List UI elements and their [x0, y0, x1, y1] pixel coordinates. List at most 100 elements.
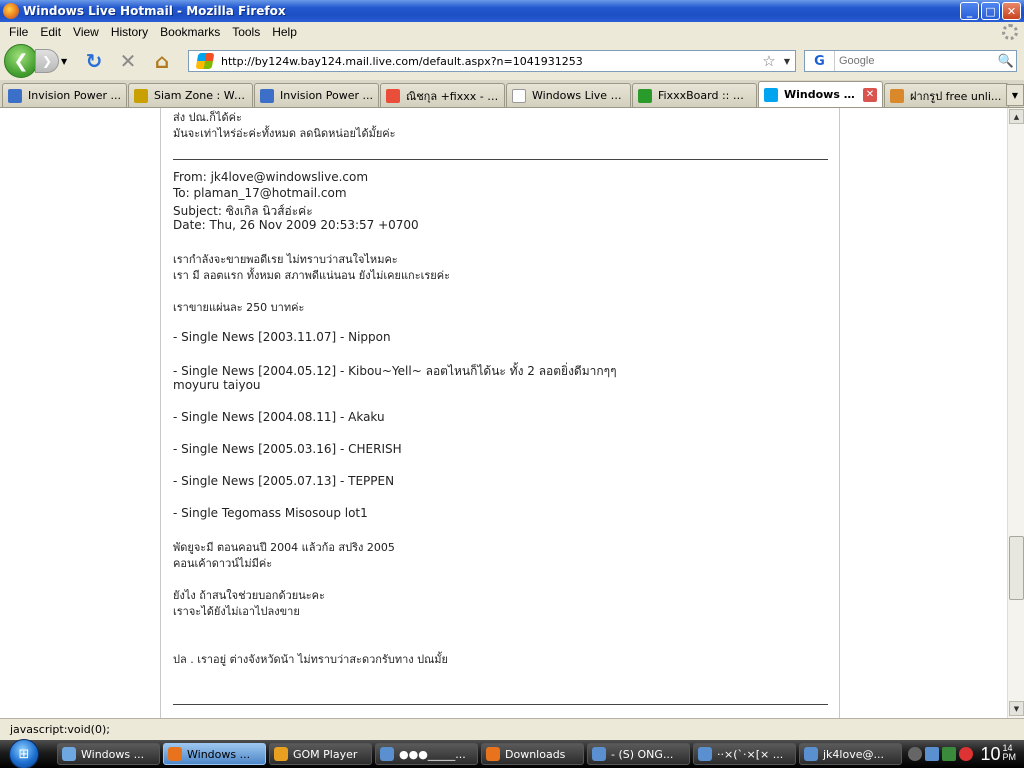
tab-label: FixxxBoard :: Ha...: [658, 89, 751, 102]
item-line: - Single Tegomass Misosoup lot1: [173, 506, 368, 520]
stop-icon[interactable]: ✕: [115, 48, 141, 74]
tab-close-icon[interactable]: ✕: [863, 87, 877, 102]
menu-tools[interactable]: Tools: [226, 25, 266, 39]
tab-favicon-icon: [134, 88, 148, 103]
taskbar-item-downloads[interactable]: Downloads: [481, 743, 584, 765]
forward-button[interactable]: ❯: [35, 49, 59, 73]
tab-windows-live-active[interactable]: Windows Li... ✕: [758, 81, 883, 107]
menu-bookmarks[interactable]: Bookmarks: [154, 25, 226, 39]
taskbar: ⊞ Windows ... Windows ... GOM Player ●●●…: [0, 739, 1024, 768]
taskbar-clock[interactable]: 10 14 PM: [980, 743, 1017, 765]
scroll-up-icon[interactable]: ▲: [1009, 109, 1024, 124]
menu-bar: File Edit View History Bookmarks Tools H…: [0, 22, 1024, 42]
body-line: เราจะได้ยังไม่เอาไปลงขาย: [173, 605, 300, 618]
window-controls: _ □ ✕: [960, 2, 1021, 20]
menu-history[interactable]: History: [105, 25, 154, 39]
tab-google-search[interactable]: ณิชกุล +fixxx - ค้...: [380, 83, 505, 107]
reload-icon[interactable]: ↻: [81, 48, 107, 74]
url-text[interactable]: http://by124w.bay124.mail.live.com/defau…: [221, 55, 759, 68]
tab-favicon-icon: [260, 88, 274, 103]
vertical-scrollbar[interactable]: ▲ ▼: [1007, 108, 1024, 718]
taskbar-item-messenger-4[interactable]: jk4love@...: [799, 743, 902, 765]
app-icon: [698, 747, 712, 761]
status-text: javascript:void(0);: [10, 723, 110, 736]
email-to: To: plaman_17@hotmail.com: [173, 186, 347, 200]
navigation-toolbar: ❮ ❯ ▼ ↻ ✕ ⌂ http://by124w.bay124.mail.li…: [0, 42, 1024, 80]
body-line: ปล . เราอยู่ ต่างจังหวัดน้า ไม่ทราบว่าสะ…: [173, 653, 449, 666]
tab-windows-live-1[interactable]: Windows Live H...: [506, 83, 631, 107]
email-date: Date: Thu, 26 Nov 2009 20:53:57 +0700: [173, 218, 419, 232]
site-favicon-icon: [195, 53, 215, 69]
tab-favicon-icon: [764, 87, 778, 102]
google-engine-icon[interactable]: G: [805, 51, 835, 71]
tab-favicon-icon: [8, 88, 22, 103]
close-button[interactable]: ✕: [1002, 2, 1021, 20]
divider: [173, 704, 828, 705]
tab-fixxxboard[interactable]: FixxxBoard :: Ha...: [632, 83, 757, 107]
tab-image-host[interactable]: ฝากรูป free unli...: [884, 83, 1009, 107]
history-dropdown-icon[interactable]: ▼: [61, 57, 73, 66]
body-line: คอนเค้าดาวน์ไม่มีค่ะ: [173, 557, 273, 570]
tray-arrow-icon[interactable]: [908, 747, 923, 761]
menu-help[interactable]: Help: [266, 25, 303, 39]
network-icon[interactable]: [925, 747, 940, 761]
tab-invision-power-2[interactable]: Invision Power ...: [254, 83, 379, 107]
tab-label: Windows Li...: [784, 88, 859, 101]
maximize-button[interactable]: □: [981, 2, 1000, 20]
taskbar-item-label: jk4love@...: [823, 747, 884, 761]
menu-file[interactable]: File: [3, 25, 34, 39]
search-go-icon[interactable]: 🔍: [996, 54, 1016, 69]
body-line: เรา มี ลอตแรก ทั้งหมด สภาพดีแน่นอน ยังไม…: [173, 269, 450, 282]
tab-invision-power-1[interactable]: Invision Power ...: [2, 83, 127, 107]
start-button[interactable]: ⊞: [9, 739, 39, 768]
taskbar-items: Windows ... Windows ... GOM Player ●●●__…: [57, 743, 905, 765]
tab-favicon-icon: [638, 88, 652, 103]
antivirus-icon[interactable]: [959, 747, 974, 761]
search-bar[interactable]: G 🔍: [804, 50, 1017, 72]
app-icon: [486, 747, 500, 761]
menu-edit[interactable]: Edit: [34, 25, 67, 39]
clock-minute-ampm: 14 PM: [1002, 743, 1017, 762]
taskbar-item-label: Windows ...: [81, 747, 145, 761]
status-bar: javascript:void(0);: [0, 718, 1024, 740]
scroll-down-icon[interactable]: ▼: [1009, 701, 1024, 716]
email-message-panel: ส่ง ปณ.ก็ได้ค่ะ มันจะเท่าไหร่อ่ะค่ะทั้งห…: [160, 108, 840, 718]
taskbar-item-label: ●●●_____...: [399, 747, 466, 761]
taskbar-item-messenger-3[interactable]: ··×(`·×[× ...: [693, 743, 796, 765]
tab-label: ณิชกุล +fixxx - ค้...: [406, 89, 499, 103]
url-history-dropdown-icon[interactable]: ▼: [779, 57, 795, 66]
item-line: moyuru taiyou: [173, 378, 261, 392]
back-button[interactable]: ❮: [4, 44, 38, 78]
item-line: - Single News [2005.03.16] - CHERISH: [173, 442, 402, 456]
window-title-bar[interactable]: Windows Live Hotmail - Mozilla Firefox _…: [0, 0, 1024, 22]
divider: [173, 159, 828, 160]
taskbar-item-label: GOM Player: [293, 747, 358, 761]
app-icon: [804, 747, 818, 761]
app-icon: [168, 747, 182, 761]
clock-hour: 10: [980, 743, 1001, 764]
tab-siam-zone[interactable]: Siam Zone : We...: [128, 83, 253, 107]
taskbar-item-messenger-1[interactable]: ●●●_____...: [375, 743, 478, 765]
clock-ampm: PM: [1002, 751, 1017, 762]
search-input[interactable]: [835, 55, 996, 67]
url-bar[interactable]: http://by124w.bay124.mail.live.com/defau…: [188, 50, 796, 72]
page-content: ส่ง ปณ.ก็ได้ค่ะ มันจะเท่าไหร่อ่ะค่ะทั้งห…: [0, 108, 1007, 718]
tab-list-dropdown-icon[interactable]: ▼: [1006, 84, 1024, 106]
email-from: From: jk4love@windowslive.com: [173, 170, 369, 184]
menu-view[interactable]: View: [67, 25, 105, 39]
app-icon: [274, 747, 288, 761]
tab-label: Invision Power ...: [280, 89, 373, 102]
bookmark-star-icon[interactable]: ☆: [759, 52, 779, 70]
home-icon[interactable]: ⌂: [149, 48, 175, 74]
scroll-thumb[interactable]: [1009, 536, 1024, 600]
tab-favicon-icon: [386, 88, 400, 103]
taskbar-item-firefox[interactable]: Windows ...: [163, 743, 266, 765]
volume-icon[interactable]: [942, 747, 957, 761]
taskbar-item-gom-player[interactable]: GOM Player: [269, 743, 372, 765]
tab-favicon-icon: [890, 88, 904, 103]
minimize-button[interactable]: _: [960, 2, 979, 20]
taskbar-item-windows-explorer[interactable]: Windows ...: [57, 743, 160, 765]
taskbar-item-messenger-2[interactable]: - (S) ONG...: [587, 743, 690, 765]
quoted-line: มันจะเท่าไหร่อ่ะค่ะทั้งหมด ลดนิดหน่อยได้…: [173, 127, 396, 140]
app-icon: [592, 747, 606, 761]
